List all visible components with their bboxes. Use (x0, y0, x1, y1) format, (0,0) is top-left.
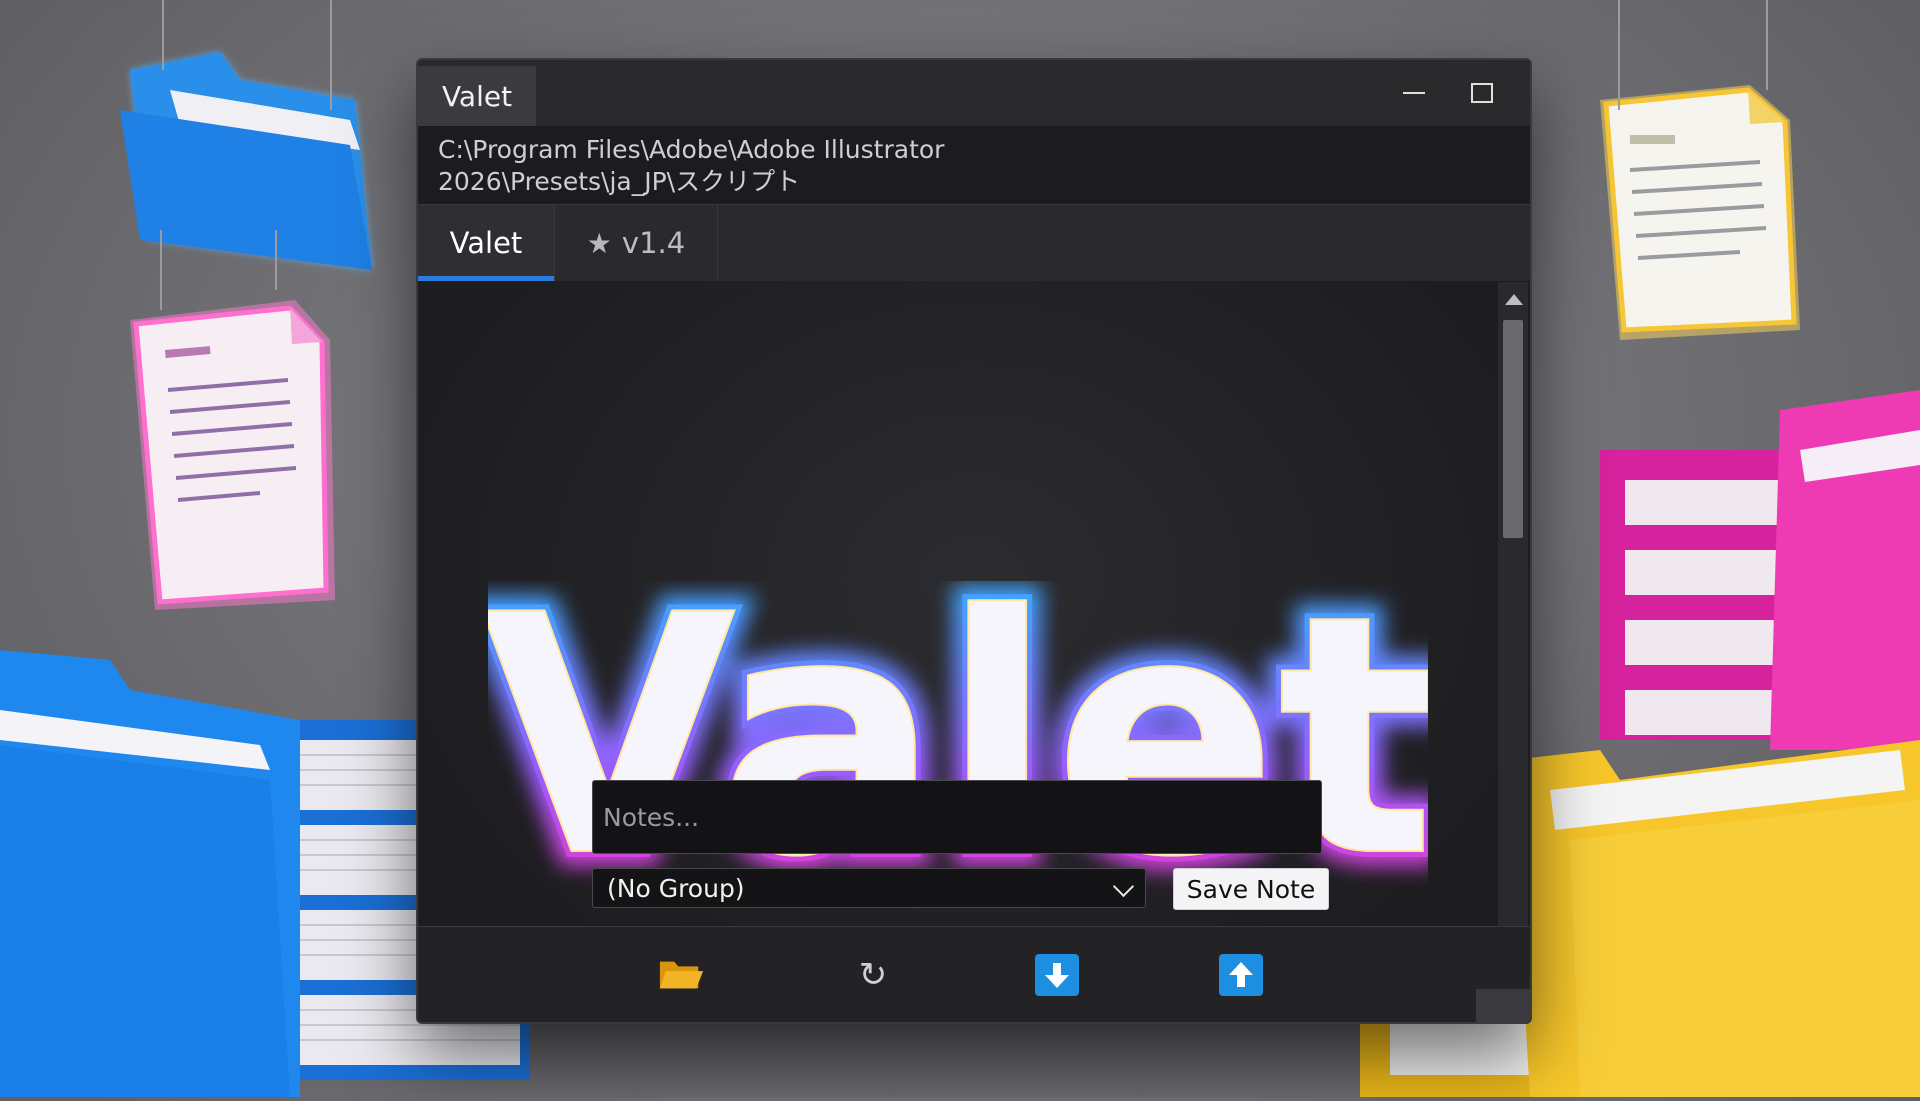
pink-binder-stack-decoration (1600, 390, 1920, 750)
main-content: Valet Valet Valet (418, 281, 1530, 1022)
group-select-value: (No Group) (607, 873, 745, 903)
scroll-up-arrow-icon[interactable] (1505, 294, 1523, 305)
chevron-down-icon (1112, 875, 1135, 898)
app-window: Valet C:\Program Files\Adobe\Adobe Illus… (416, 58, 1532, 1024)
title-bar[interactable]: Valet (418, 60, 1530, 126)
save-note-button[interactable]: Save Note (1173, 868, 1329, 910)
window-title: Valet (418, 66, 536, 126)
hanging-blue-folder-decoration (110, 0, 390, 300)
close-button[interactable] (1520, 70, 1530, 116)
current-path: C:\Program Files\Adobe\Adobe Illustrator… (438, 135, 945, 196)
vertical-scrollbar[interactable] (1498, 282, 1528, 1022)
tab-version[interactable]: ★ v1.4 (554, 205, 718, 281)
refresh-icon: ↻ (858, 955, 888, 995)
resize-grip[interactable] (1476, 989, 1530, 1022)
folder-open-icon (659, 961, 704, 989)
export-button[interactable] (1218, 953, 1264, 997)
hanging-pink-document-decoration (110, 230, 350, 630)
tab-bar: Valet ★ v1.4 (418, 204, 1530, 281)
notes-input[interactable] (592, 780, 1322, 854)
maximize-button[interactable] (1454, 70, 1510, 116)
upload-arrow-icon (1219, 954, 1263, 996)
open-folder-button[interactable] (658, 953, 704, 997)
group-select[interactable]: (No Group) (592, 868, 1146, 908)
import-button[interactable] (1034, 953, 1080, 997)
minimize-icon (1403, 92, 1425, 94)
tab-valet-label: Valet (449, 226, 523, 260)
refresh-button[interactable]: ↻ (850, 953, 896, 997)
scroll-thumb[interactable] (1503, 320, 1523, 538)
tab-valet[interactable]: Valet (418, 205, 554, 281)
star-icon: ★ (586, 226, 612, 260)
bottom-toolbar: ↻ (418, 926, 1530, 1022)
download-arrow-icon (1035, 954, 1079, 996)
minimize-button[interactable] (1386, 70, 1442, 116)
hanging-yellow-document-decoration (1580, 0, 1820, 350)
tab-version-label: v1.4 (621, 226, 686, 260)
maximize-icon (1471, 83, 1493, 103)
